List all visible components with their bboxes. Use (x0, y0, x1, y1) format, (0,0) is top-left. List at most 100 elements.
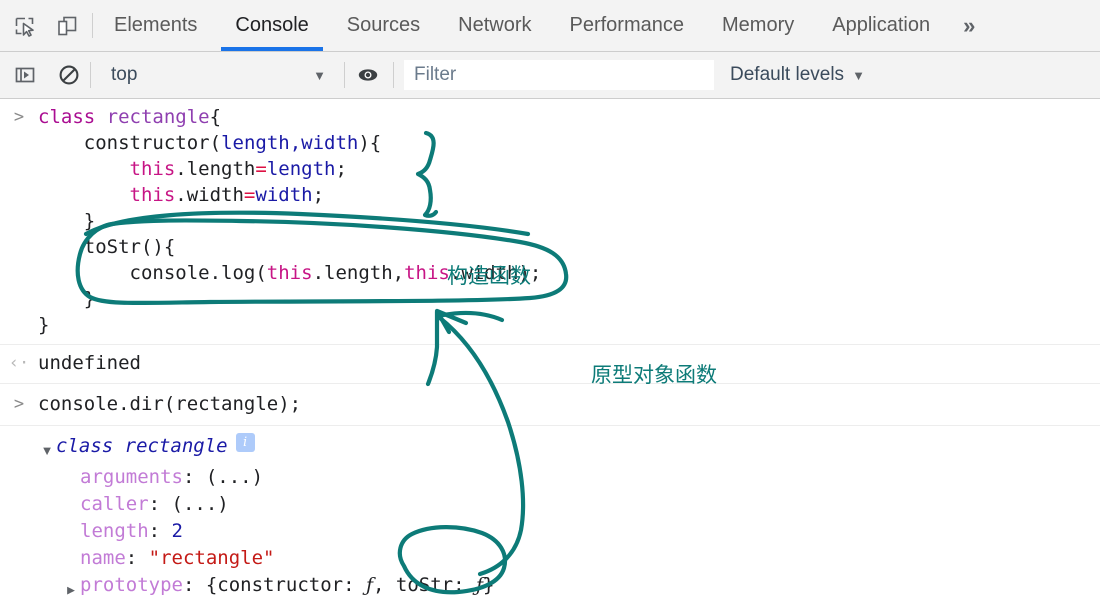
brace-close-constructor: } (38, 210, 96, 232)
value-width: width (255, 184, 313, 206)
property-name: length (80, 520, 149, 542)
constructor-name: constructor (83, 132, 210, 154)
object-header-label: class rectangle (56, 435, 228, 457)
tab-elements[interactable]: Elements (95, 0, 216, 51)
toolbar-divider (92, 13, 93, 38)
filterbar-divider-1 (90, 62, 91, 88)
property-value: 2 (171, 520, 183, 542)
prototype-suffix: } (483, 574, 495, 596)
this-keyword: this (129, 158, 176, 180)
expand-twisty-open-icon[interactable]: ▼ (38, 433, 56, 464)
live-expression-eye-icon[interactable] (353, 60, 383, 90)
tab-performance[interactable]: Performance (551, 0, 704, 51)
inspect-element-icon[interactable] (10, 11, 40, 41)
this-keyword: this (266, 262, 313, 284)
paren-open: ( (209, 132, 222, 154)
keyword-class: class (38, 106, 96, 128)
tab-elements-label: Elements (114, 14, 198, 36)
tab-application[interactable]: Application (813, 0, 949, 51)
tab-network-label: Network (458, 14, 532, 36)
more-tabs-chevron-icon[interactable]: » (949, 0, 989, 51)
value-length: length (266, 158, 336, 180)
execution-context-select[interactable]: top ▼ (97, 60, 336, 90)
info-badge-icon[interactable]: i (235, 433, 255, 452)
semicolon: ; (335, 158, 347, 180)
devtools-tab-bar: Elements Console Sources Network Perform… (0, 0, 1100, 52)
member-width: .width); (449, 262, 542, 284)
function-glyph-icon: ƒ (366, 574, 374, 596)
this-keyword: this (404, 262, 450, 284)
property-name: arguments (80, 466, 183, 488)
property-name: name (80, 547, 126, 569)
devtools-window: Elements Console Sources Network Perform… (0, 0, 1100, 602)
result-undefined: undefined (38, 352, 141, 374)
tab-console-label: Console (235, 14, 309, 36)
filterbar-divider-3 (393, 62, 394, 88)
console-sidebar-icon[interactable] (10, 60, 40, 90)
console-input-row[interactable]: > class rectangle{ constructor(length,wi… (0, 99, 1100, 345)
object-property-row[interactable]: arguments: (...) (38, 464, 495, 491)
input-prompt-marker: > (13, 107, 25, 127)
toolbar-icon-group (0, 0, 90, 51)
object-property-row[interactable]: name: "rectangle" (38, 545, 495, 572)
object-inspector: ▼ class rectangle i arguments: (...) cal… (0, 433, 495, 602)
brace-close-class: } (38, 314, 50, 336)
property-separator: : (182, 574, 206, 596)
console-object-row: ▼ class rectangle i arguments: (...) cal… (0, 426, 1100, 602)
assign-operator: = (255, 158, 267, 180)
console-dir-code: console.dir(rectangle); (38, 393, 302, 415)
console-input-row[interactable]: > console.dir(rectangle); (0, 384, 1100, 426)
property-separator: : (182, 466, 206, 488)
tab-sources[interactable]: Sources (328, 0, 439, 51)
class-name: rectangle (95, 106, 210, 128)
member-length: .length, (312, 262, 405, 284)
console-message-list: > class rectangle{ constructor(length,wi… (0, 99, 1100, 602)
object-header-line[interactable]: ▼ class rectangle i (38, 433, 495, 464)
property-name: prototype (80, 574, 183, 596)
filterbar-divider-2 (344, 62, 345, 88)
tab-memory[interactable]: Memory (703, 0, 813, 51)
property-separator: : (148, 520, 172, 542)
class-definition-code: class rectangle{ constructor(length,widt… (38, 104, 541, 338)
this-keyword: this (129, 184, 176, 206)
chevron-down-icon: ▼ (313, 67, 326, 83)
console-filter-bar: top ▼ Default levels ▼ (0, 52, 1100, 99)
constructor-params: length,width (221, 132, 359, 154)
clear-console-icon[interactable] (54, 60, 84, 90)
panel-tabs: Elements Console Sources Network Perform… (95, 0, 989, 51)
tab-performance-label: Performance (569, 14, 685, 36)
expand-twisty-closed-icon[interactable]: ▶ (62, 572, 80, 602)
console-log-call: console.log( (129, 262, 267, 284)
function-glyph-icon: ƒ (476, 574, 484, 596)
log-levels-select[interactable]: Default levels ▼ (730, 64, 865, 86)
prototype-prefix: {constructor: (205, 574, 366, 596)
chevron-down-icon: ▼ (852, 67, 865, 83)
tab-console[interactable]: Console (216, 0, 327, 51)
console-filter-input[interactable] (404, 60, 714, 90)
property-value: (...) (205, 466, 264, 488)
prototype-mid: , toStr: (373, 574, 476, 596)
property-separator: : (125, 547, 149, 569)
tab-sources-label: Sources (346, 14, 421, 36)
execution-context-value: top (111, 64, 138, 85)
semicolon: ; (312, 184, 325, 206)
output-result-marker: ‹· (8, 353, 30, 373)
object-property-row[interactable]: caller: (...) (38, 491, 495, 518)
member-length: .length (175, 158, 256, 180)
member-width: .width (175, 184, 244, 206)
device-toolbar-icon[interactable] (52, 11, 82, 41)
paren-close: ){ (358, 132, 382, 154)
tab-network[interactable]: Network (439, 0, 550, 51)
tostr-method-open: toStr(){ (38, 236, 176, 258)
property-name: caller (80, 493, 149, 515)
log-levels-label: Default levels (730, 64, 845, 85)
property-value: "rectangle" (148, 547, 275, 569)
tab-application-label: Application (832, 14, 931, 36)
object-prototype-row[interactable]: ▶ prototype: {constructor: ƒ, toStr: ƒ} (38, 572, 495, 602)
input-prompt-marker: > (13, 394, 25, 414)
object-property-row[interactable]: length: 2 (38, 518, 495, 545)
